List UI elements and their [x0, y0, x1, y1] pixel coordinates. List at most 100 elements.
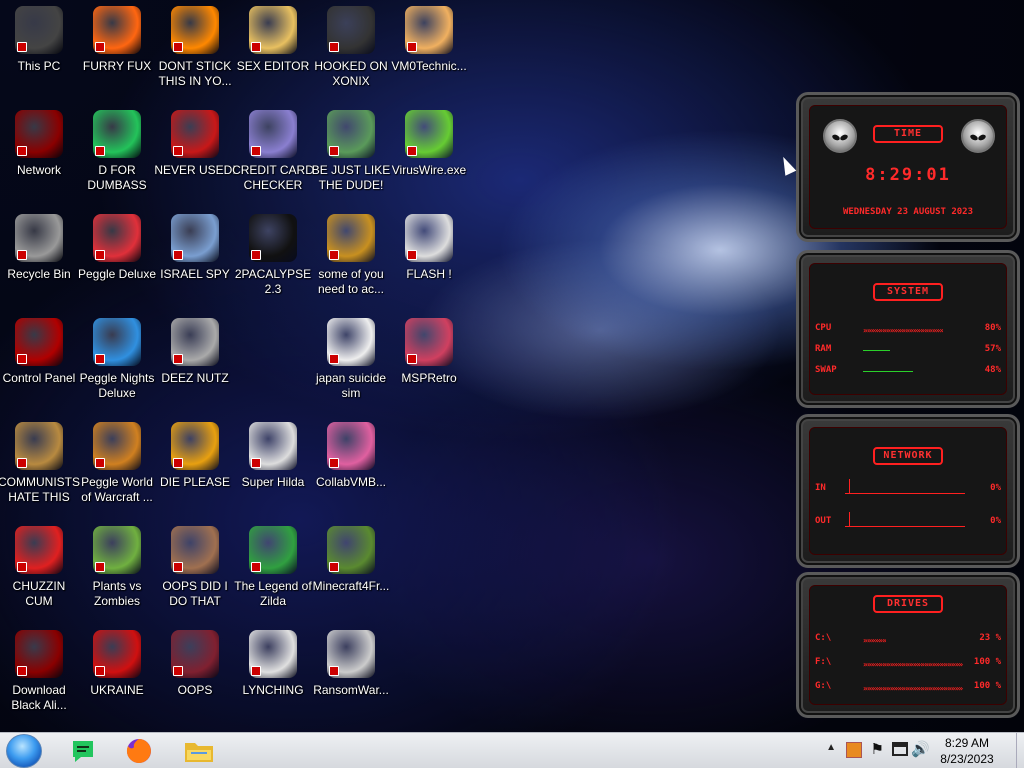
drives-row-name: G:\: [815, 681, 832, 691]
figures-document-icon: [327, 318, 375, 366]
app-tray-icon[interactable]: [846, 742, 862, 758]
desktop-icon[interactable]: UKRAINE: [78, 624, 156, 724]
drives-row: G:\ »»»»»»»»»»»»»»»»»»»»»»»»»»»»»» 100 %: [815, 681, 1001, 695]
desktop-icon[interactable]: OOPS DID I DO THAT: [156, 520, 234, 620]
desktop-icon[interactable]: HOOKED ON XONIX: [312, 0, 390, 100]
show-desktop-button[interactable]: [1016, 733, 1024, 768]
this-pc-icon: [15, 6, 63, 54]
desktop-icon[interactable]: MSPRetro: [390, 312, 468, 412]
time-widget-clock: 8:29:01: [865, 165, 951, 185]
desktop-icon-label: Super Hilda: [241, 475, 305, 489]
desktop-icon-label: CREDIT CARD CHECKER: [232, 163, 314, 192]
shortcut-overlay-icon: [251, 42, 261, 52]
desktop-icon[interactable]: Plants vs Zombies: [78, 520, 156, 620]
system-row: CPU »»»»»»»»»»»»»»»»»»»»»»»»»»»»»» 80%: [815, 323, 1001, 337]
network-row: IN 0%: [815, 479, 1001, 497]
desktop-icon-label: Recycle Bin: [7, 267, 71, 281]
desktop-icon[interactable]: Peggle Deluxe: [78, 208, 156, 308]
desktop-icon[interactable]: Download Black Ali...: [0, 624, 78, 724]
desktop-icon[interactable]: VM0Technic...: [390, 0, 468, 100]
shortcut-overlay-icon: [173, 354, 183, 364]
shortcut-overlay-icon: [407, 42, 417, 52]
taskbar-firefox-button[interactable]: [122, 736, 156, 766]
desktop-icon[interactable]: FLASH !: [390, 208, 468, 308]
desktop-icon[interactable]: Peggle Nights Deluxe: [78, 312, 156, 412]
shortcut-overlay-icon: [251, 146, 261, 156]
shortcut-overlay-icon: [17, 666, 27, 676]
desktop-icon-label: Peggle Nights Deluxe: [79, 371, 155, 400]
desktop-icon-label: Peggle World of Warcraft ...: [81, 475, 153, 504]
desktop-icon-label: Download Black Ali...: [11, 683, 67, 712]
control-panel-icon: [15, 318, 63, 366]
shortcut-overlay-icon: [17, 354, 27, 364]
taskbar: ▲ ⚑ 🔊 8:29 AM 8/23/2023: [0, 732, 1024, 768]
desktop-icon[interactable]: OOPS: [156, 624, 234, 724]
desktop-icon[interactable]: CREDIT CARD CHECKER: [232, 104, 314, 204]
network-row-graph: [845, 526, 965, 527]
desktop-icon-label: NEVER USED!: [154, 163, 236, 177]
desktop-icon[interactable]: BE JUST LIKE THE DUDE!: [312, 104, 390, 204]
taskbar-discord-button[interactable]: [66, 736, 100, 766]
taskbar-clock[interactable]: 8:29 AM 8/23/2023: [932, 735, 1002, 767]
desktop-icon[interactable]: ISRAEL SPY: [156, 208, 234, 308]
flag-icon[interactable]: ⚑: [871, 740, 884, 758]
collabvm-monitor-icon: [327, 422, 375, 470]
desktop-icon-label: CHUZZIN CUM: [12, 579, 66, 608]
shortcut-overlay-icon: [173, 250, 183, 260]
desktop-icon[interactable]: japan suicide sim: [312, 312, 390, 412]
network-row: OUT 0%: [815, 512, 1001, 530]
desktop-icon[interactable]: DIE PLEASE: [156, 416, 234, 516]
chuzzle-icon: [15, 526, 63, 574]
shortcut-overlay-icon: [95, 458, 105, 468]
network-row-value: 0%: [990, 483, 1001, 493]
network-icon[interactable]: [892, 742, 908, 756]
time-widget: TIME 8:29:01 WEDNESDAY 23 AUGUST 2023: [796, 92, 1020, 242]
system-row-name: RAM: [815, 344, 832, 354]
desktop-icon[interactable]: DONT STICK THIS IN YO...: [156, 0, 234, 100]
desktop-icon[interactable]: Network: [0, 104, 78, 204]
zelda-sprite-icon: [249, 526, 297, 574]
volume-icon[interactable]: 🔊: [911, 740, 930, 758]
shortcut-overlay-icon: [17, 146, 27, 156]
desktop-icon[interactable]: 2PACALYPSE 2.3: [234, 208, 312, 308]
desktop-icon[interactable]: D FOR DUMBASS: [78, 104, 156, 204]
desktop-icon-label: Plants vs Zombies: [92, 579, 142, 608]
desktop-icon[interactable]: FURRY FUX: [78, 0, 156, 100]
desktop-icon-label: FURRY FUX: [82, 59, 152, 73]
desktop-icon[interactable]: CollabVMB...: [312, 416, 390, 516]
chevron-up-icon[interactable]: ▲: [826, 742, 836, 753]
desktop-icon[interactable]: some of you need to ac...: [312, 208, 390, 308]
network-row-graph-spike: [849, 479, 850, 493]
desktop-icon[interactable]: Super Hilda: [234, 416, 312, 516]
desktop-icon[interactable]: CHUZZIN CUM: [0, 520, 78, 620]
drives-row-name: C:\: [815, 633, 832, 643]
start-button[interactable]: [6, 734, 42, 768]
desktop-icon[interactable]: This PC: [0, 0, 78, 100]
drives-row-name: F:\: [815, 657, 832, 667]
desktop-icon[interactable]: RansomWar...: [312, 624, 390, 724]
discord-green-icon: [73, 741, 93, 762]
system-row-bar: »»»»»»»»»»»»»»»»»»»»»»»»»»»»»»: [863, 326, 943, 333]
drives-row-value: 100 %: [973, 681, 1001, 691]
desktop-icon[interactable]: Minecraft4Fr...: [312, 520, 390, 620]
desktop-icon[interactable]: VirusWire.exe: [390, 104, 468, 204]
network-row-name: OUT: [815, 516, 832, 526]
desktop-icon[interactable]: COMMUNISTS HATE THIS G...: [0, 416, 80, 516]
taskbar-explorer-button[interactable]: [180, 736, 218, 766]
desktop-icon-label: 2PACALYPSE 2.3: [234, 267, 312, 296]
desktop-icon[interactable]: LYNCHING: [234, 624, 312, 724]
desktop-icon[interactable]: Peggle World of Warcraft ...: [78, 416, 156, 516]
drives-row-bar: »»»»»»»»»»»»»»»»»»»»»»»»»»»»»»: [863, 684, 963, 691]
desktop-icon[interactable]: Recycle Bin: [0, 208, 78, 308]
desktop-icon[interactable]: The Legend of Zilda: [234, 520, 312, 620]
desktop-icon[interactable]: Control Panel: [0, 312, 78, 412]
system-row-name: SWAP: [815, 365, 837, 375]
desktop-icon[interactable]: SEX EDITOR: [234, 0, 312, 100]
desktop-icon[interactable]: NEVER USED!: [154, 104, 236, 204]
shortcut-overlay-icon: [329, 562, 339, 572]
desktop-icon[interactable]: DEEZ NUTZ: [156, 312, 234, 412]
shortcut-overlay-icon: [329, 250, 339, 260]
network-row-name: IN: [815, 483, 826, 493]
desktop-icon-label: DEEZ NUTZ: [161, 371, 229, 385]
red-app-icon: [171, 630, 219, 678]
